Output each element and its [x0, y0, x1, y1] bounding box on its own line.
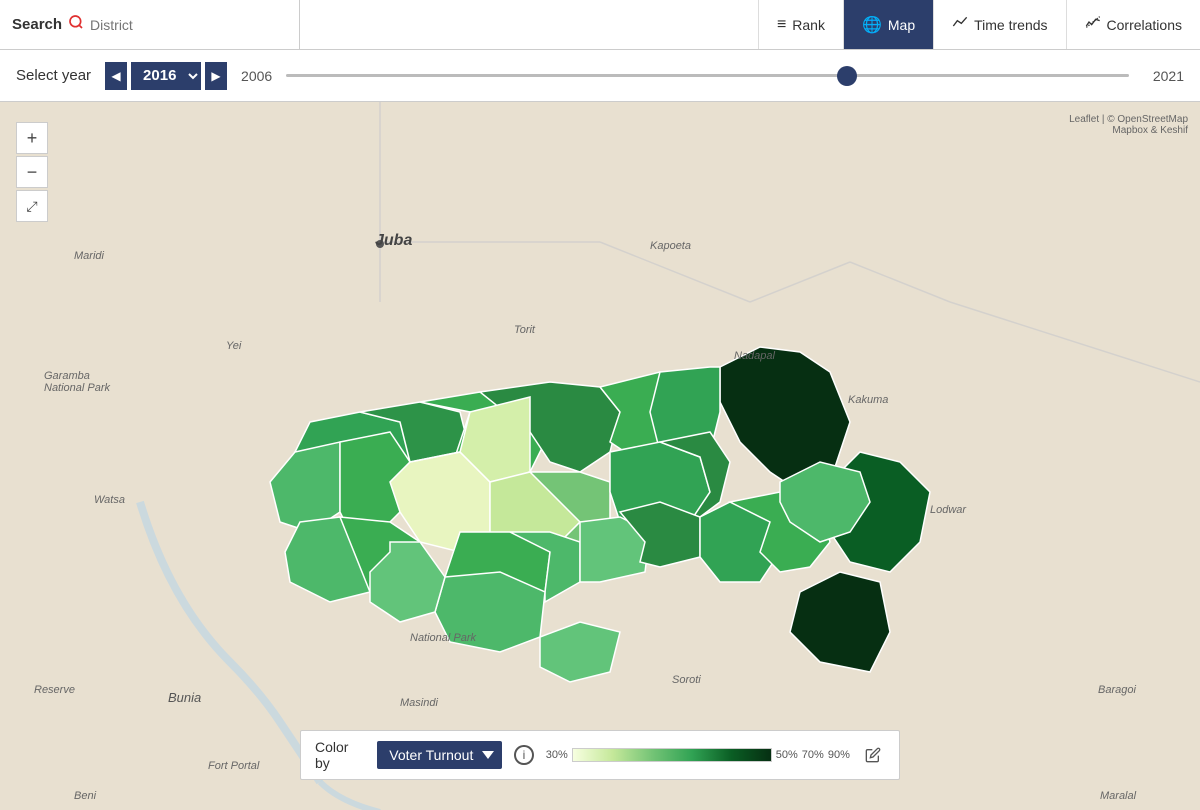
info-label: i — [523, 748, 526, 762]
color-by-label: Color by — [315, 739, 365, 771]
tab-rank-label: Rank — [792, 17, 825, 33]
edit-icon[interactable] — [862, 743, 885, 767]
tab-rank[interactable]: ≡ Rank — [758, 0, 843, 49]
map-label-torit: Torit — [514, 324, 535, 336]
map-label-watsa: Watsa — [94, 494, 125, 506]
legend-label-70: 70% — [802, 749, 824, 761]
search-input[interactable] — [90, 17, 210, 33]
tab-correlations-label: Correlations — [1107, 17, 1182, 33]
map-label-maralal: Maralal — [1100, 790, 1136, 802]
legend-label-90: 90% — [828, 749, 850, 761]
range-end-label: 2021 — [1153, 68, 1184, 84]
header-bar: Search ≡ Rank 🌐 Map Time trends — [0, 0, 1200, 50]
fullscreen-button[interactable]: ⤢ — [16, 190, 48, 222]
year-slider[interactable] — [286, 74, 1129, 77]
nav-tabs: ≡ Rank 🌐 Map Time trends Correlations — [758, 0, 1200, 49]
attribution-text2: Mapbox & Keshif — [1069, 125, 1188, 136]
year-prev-button[interactable]: ◀ — [105, 62, 127, 90]
attribution-text: Leaflet | © OpenStreetMap — [1069, 114, 1188, 125]
year-slider-container — [286, 74, 1129, 77]
tab-time-trends-label: Time trends — [974, 17, 1047, 33]
map-label-nadapal: Nadapal — [734, 350, 775, 362]
zoom-out-button[interactable]: − — [16, 156, 48, 188]
map-label-lodwar: Lodwar — [930, 504, 966, 516]
year-dropdown[interactable]: 2016 2011 2006 2021 — [131, 62, 201, 90]
tab-time-trends[interactable]: Time trends — [933, 0, 1065, 49]
legend-label-30: 30% — [546, 749, 568, 761]
trends-icon — [952, 15, 968, 34]
tab-map[interactable]: 🌐 Map — [843, 0, 933, 49]
map-label-fortportal: Fort Portal — [208, 760, 259, 772]
tab-correlations[interactable]: Correlations — [1066, 0, 1200, 49]
map-label-soroti: Soroti — [672, 674, 701, 686]
search-area: Search — [0, 0, 300, 49]
range-start-label: 2006 — [241, 68, 272, 84]
legend-label-50: 50% — [776, 749, 798, 761]
map-label-yei: Yei — [226, 340, 241, 352]
map-label-national-park: National Park — [410, 632, 476, 644]
map-container: + − ⤢ Leaflet | © OpenStreetMap Mapbox &… — [0, 102, 1200, 810]
attribution: Leaflet | © OpenStreetMap Mapbox & Keshi… — [1069, 114, 1188, 136]
map-label-juba: Juba — [375, 232, 412, 250]
map-label-maridi: Maridi — [74, 250, 104, 262]
bottom-bar: Color by Voter Turnout i 30% 50% 70% 90% — [300, 730, 900, 780]
map-label-baragoi: Baragoi — [1098, 684, 1136, 696]
year-next-button[interactable]: ▶ — [205, 62, 227, 90]
color-dropdown[interactable]: Voter Turnout — [377, 741, 502, 769]
zoom-in-button[interactable]: + — [16, 122, 48, 154]
map-label-reserve: Reserve — [34, 684, 75, 696]
year-bar: Select year ◀ 2016 2011 2006 2021 ▶ 2006… — [0, 50, 1200, 102]
map-icon: 🌐 — [862, 15, 882, 35]
rank-icon: ≡ — [777, 16, 786, 34]
year-selector: ◀ 2016 2011 2006 2021 ▶ — [105, 62, 227, 90]
map-label-bunia: Bunia — [168, 690, 201, 705]
year-bar-label: Select year — [16, 67, 91, 84]
map-label-masindi: Masindi — [400, 697, 438, 709]
correlations-icon — [1085, 15, 1101, 34]
map-controls: + − ⤢ — [16, 122, 48, 222]
map-label-kakuma: Kakuma — [848, 394, 888, 406]
legend-bar: 30% 50% 70% 90% — [546, 748, 850, 762]
map-label-kapoeta: Kapoeta — [650, 240, 691, 252]
legend-gradient — [572, 748, 772, 762]
map-label-beni: Beni — [74, 790, 96, 802]
info-icon[interactable]: i — [514, 745, 533, 765]
tab-map-label: Map — [888, 17, 915, 33]
search-label: Search — [12, 16, 62, 33]
map-label-garamba: GarambaNational Park — [44, 370, 110, 394]
search-icon — [68, 14, 84, 35]
